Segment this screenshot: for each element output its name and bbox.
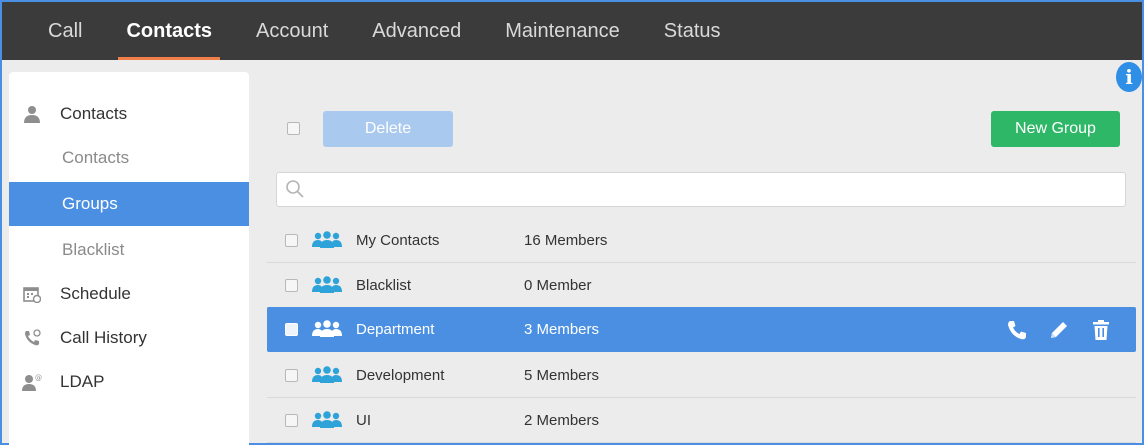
select-all-checkbox[interactable]: [287, 122, 300, 135]
row-checkbox[interactable]: [285, 414, 298, 427]
search-box: [276, 172, 1126, 207]
sidebar-item-label: Groups: [62, 194, 118, 213]
search-icon: [285, 179, 305, 204]
group-member-count: 2 Members: [524, 412, 600, 429]
svg-text:@: @: [35, 374, 42, 382]
delete-button[interactable]: Delete: [323, 111, 453, 147]
tab-account[interactable]: Account: [234, 2, 350, 60]
phone-icon[interactable]: [1004, 317, 1030, 343]
sidebar-item-label: Call History: [60, 328, 147, 347]
sidebar: Contacts Contacts Groups Blacklist Sched…: [9, 72, 249, 445]
group-icon: [312, 319, 342, 343]
group-name: Development: [356, 367, 445, 384]
row-checkbox[interactable]: [285, 369, 298, 382]
calendar-icon: [21, 283, 43, 305]
sidebar-item-call-history[interactable]: Call History: [9, 316, 249, 360]
tab-status[interactable]: Status: [642, 2, 743, 60]
sidebar-item-groups[interactable]: Groups: [9, 182, 249, 226]
group-name: Department: [356, 321, 435, 338]
sidebar-item-label: Contacts: [60, 104, 128, 123]
person-icon: [21, 103, 43, 125]
trash-icon[interactable]: [1088, 317, 1114, 343]
group-icon: [312, 275, 342, 299]
sidebar-item-label: LDAP: [60, 372, 105, 391]
sidebar-item-label: Contacts: [62, 148, 130, 167]
table-row[interactable]: My Contacts 16 Members: [267, 218, 1136, 263]
group-icon: [312, 410, 342, 434]
row-checkbox[interactable]: [285, 279, 298, 292]
group-icon: [312, 230, 342, 254]
sidebar-item-schedule[interactable]: Schedule: [9, 272, 249, 316]
tab-maintenance[interactable]: Maintenance: [483, 2, 642, 60]
group-member-count: 0 Member: [524, 277, 592, 294]
table-row[interactable]: Blacklist 0 Member: [267, 263, 1136, 308]
edit-icon[interactable]: [1046, 317, 1072, 343]
tab-advanced[interactable]: Advanced: [350, 2, 483, 60]
info-icon[interactable]: i: [1116, 62, 1142, 92]
row-checkbox[interactable]: [285, 323, 298, 336]
group-member-count: 16 Members: [524, 232, 608, 249]
new-group-button[interactable]: New Group: [991, 111, 1120, 147]
tab-contacts[interactable]: Contacts: [104, 2, 234, 60]
sidebar-item-label: Blacklist: [62, 240, 125, 259]
group-member-count: 5 Members: [524, 367, 600, 384]
sidebar-item-label: Schedule: [60, 284, 131, 303]
sidebar-item-contacts[interactable]: Contacts: [9, 136, 249, 180]
table-row[interactable]: UI 2 Members: [267, 398, 1136, 443]
tab-call[interactable]: Call: [2, 2, 104, 60]
group-name: Blacklist: [356, 277, 412, 294]
table-row-selected[interactable]: Department 3 Members: [267, 307, 1136, 352]
ldap-icon: @: [21, 371, 43, 393]
top-nav: Call Contacts Account Advanced Maintenan…: [2, 2, 1142, 60]
group-icon: [312, 365, 342, 389]
sidebar-item-blacklist[interactable]: Blacklist: [9, 228, 249, 272]
group-name: UI: [356, 412, 371, 429]
sidebar-item-contacts-header[interactable]: Contacts: [9, 92, 249, 136]
sidebar-item-ldap[interactable]: @ LDAP: [9, 360, 249, 404]
row-checkbox[interactable]: [285, 234, 298, 247]
call-history-icon: [21, 327, 43, 349]
group-member-count: 3 Members: [524, 321, 600, 338]
search-input[interactable]: [311, 177, 1111, 203]
group-name: My Contacts: [356, 232, 440, 249]
table-row[interactable]: Development 5 Members: [267, 353, 1136, 398]
